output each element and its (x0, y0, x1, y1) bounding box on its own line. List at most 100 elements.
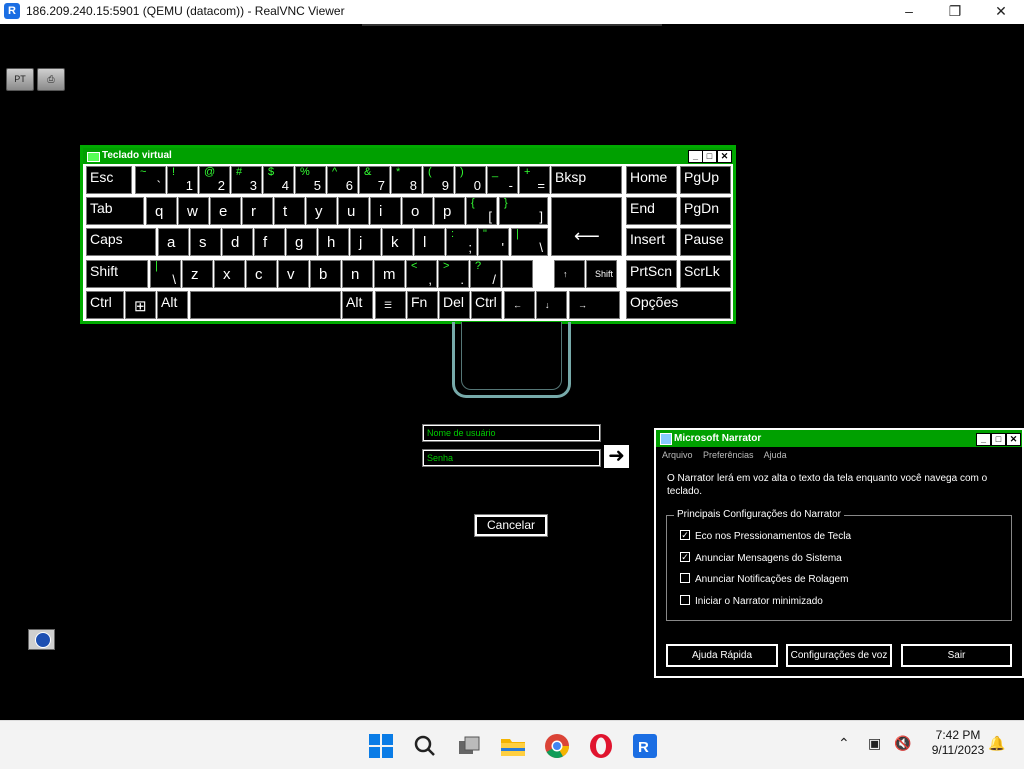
key[interactable]: Alt (157, 291, 188, 319)
restore-button[interactable]: ❐ (932, 0, 978, 24)
checkbox-checked[interactable]: ✓ (680, 551, 690, 562)
key[interactable]: + = (519, 166, 550, 194)
key[interactable]: % 5 (295, 166, 326, 194)
key[interactable] (502, 260, 533, 288)
key[interactable]: Opções (626, 291, 731, 319)
volume-muted-icon[interactable]: 🔇 (894, 735, 911, 752)
search-icon[interactable] (412, 733, 438, 759)
key[interactable]: h (318, 228, 349, 256)
key[interactable]: → (569, 291, 620, 319)
minimize-button[interactable]: – (886, 0, 932, 24)
keyboard-minimize-button[interactable]: _ (688, 150, 703, 163)
key[interactable]: t (274, 197, 305, 225)
checkbox-checked[interactable]: ✓ (680, 530, 690, 541)
key[interactable]: @2 (199, 166, 230, 194)
key[interactable]: j (350, 228, 381, 256)
keyboard-close-button[interactable]: ✕ (717, 150, 732, 163)
key[interactable]: ⊞ (125, 291, 156, 319)
checkbox-unchecked[interactable] (680, 573, 690, 584)
key[interactable]: {[ (466, 197, 497, 225)
key[interactable]: g (286, 228, 317, 256)
key[interactable]: ScrLk (680, 260, 731, 288)
key[interactable]: n (342, 260, 373, 288)
key[interactable]: PrtScn (626, 260, 677, 288)
key[interactable]: ← (504, 291, 535, 319)
ease-of-access-button[interactable] (28, 629, 55, 650)
chrome-icon[interactable] (544, 733, 570, 759)
key[interactable]: & 7 (359, 166, 390, 194)
key[interactable]: z (182, 260, 213, 288)
key[interactable]: End (626, 197, 677, 225)
key[interactable]: (9 (423, 166, 454, 194)
narrator-option[interactable]: ✓ Eco nos Pressionamentos de Tecla (680, 530, 851, 544)
menu-preferencias[interactable]: Preferências (703, 450, 754, 460)
key[interactable]: m (374, 260, 405, 288)
narrator-option[interactable]: Anunciar Notificações de Rolagem (680, 573, 848, 587)
key[interactable]: :; (446, 228, 477, 256)
key[interactable]: e (210, 197, 241, 225)
key[interactable]: <, (406, 260, 437, 288)
enter-key[interactable]: ⟵ (551, 197, 622, 256)
key[interactable]: $4 (263, 166, 294, 194)
key[interactable]: x (214, 260, 245, 288)
key[interactable]: f (254, 228, 285, 256)
language-button[interactable]: PT (6, 68, 34, 91)
voice-settings-button[interactable]: Configurações de voz (786, 644, 892, 667)
windows-start-icon[interactable] (368, 733, 394, 759)
key[interactable]: }] (499, 197, 548, 225)
key[interactable]: Ctrl (86, 291, 124, 319)
realvnc-icon[interactable]: R (632, 733, 658, 759)
key[interactable]: c (246, 260, 277, 288)
key[interactable]: PgUp (680, 166, 731, 194)
file-explorer-icon[interactable] (500, 733, 526, 759)
exit-button[interactable]: Sair (901, 644, 1012, 667)
key[interactable]: Shift (86, 260, 148, 288)
key[interactable]: Tab (86, 197, 144, 225)
narrator-option[interactable]: Iniciar o Narrator minimizado (680, 594, 823, 609)
close-button[interactable]: ✕ (978, 0, 1024, 24)
key[interactable]: Fn (407, 291, 438, 319)
narrator-minimize-button[interactable]: _ (976, 433, 991, 446)
key[interactable]: ^ 6 (327, 166, 358, 194)
taskbar-clock[interactable]: 7:42 PM 9/11/2023 (918, 728, 998, 758)
key[interactable]: Bksp (551, 166, 622, 194)
keyboard-maximize-button[interactable]: □ (702, 150, 717, 163)
opera-icon[interactable] (588, 733, 614, 759)
username-field[interactable] (423, 425, 600, 441)
username-input[interactable] (424, 426, 599, 440)
key[interactable]: v (278, 260, 309, 288)
key[interactable]: p (434, 197, 465, 225)
key[interactable]: | \ (511, 228, 548, 256)
network-icon[interactable]: ▣ (868, 735, 881, 752)
key[interactable]: >. (438, 260, 469, 288)
printer-icon[interactable]: ⎙ (37, 68, 65, 91)
menu-ajuda[interactable]: Ajuda (764, 450, 787, 460)
key[interactable]: s (190, 228, 221, 256)
key[interactable]: a (158, 228, 189, 256)
notification-bell-icon[interactable]: 🔔 (988, 735, 1005, 752)
key[interactable]: y (306, 197, 337, 225)
key[interactable]: ☰ (375, 291, 406, 319)
menu-arquivo[interactable]: Arquivo (662, 450, 693, 460)
quick-help-button[interactable]: Ajuda Rápida (666, 644, 778, 667)
submit-arrow-button[interactable]: ➜ (604, 445, 629, 468)
key[interactable]: ↓ (536, 291, 567, 319)
key[interactable]: Home (626, 166, 677, 194)
key[interactable]: l (414, 228, 445, 256)
key[interactable]: q (146, 197, 177, 225)
narrator-close-button[interactable]: ✕ (1006, 433, 1021, 446)
checkbox-unchecked[interactable] (680, 594, 690, 605)
key[interactable]: Pause (680, 228, 731, 256)
narrator-option[interactable]: ✓ Anunciar Mensagens do Sistema (680, 551, 842, 566)
key[interactable]: ! 1 (167, 166, 198, 194)
key[interactable]: b (310, 260, 341, 288)
key[interactable]: _ - (487, 166, 518, 194)
key[interactable]: * 8 (391, 166, 422, 194)
key[interactable]: Shift (586, 260, 617, 288)
key[interactable]: ) 0 (455, 166, 486, 194)
key[interactable]: " ' (478, 228, 509, 256)
key[interactable] (190, 291, 341, 319)
key[interactable]: Esc (86, 166, 132, 194)
key[interactable]: ? / (470, 260, 501, 288)
key[interactable]: u (338, 197, 369, 225)
